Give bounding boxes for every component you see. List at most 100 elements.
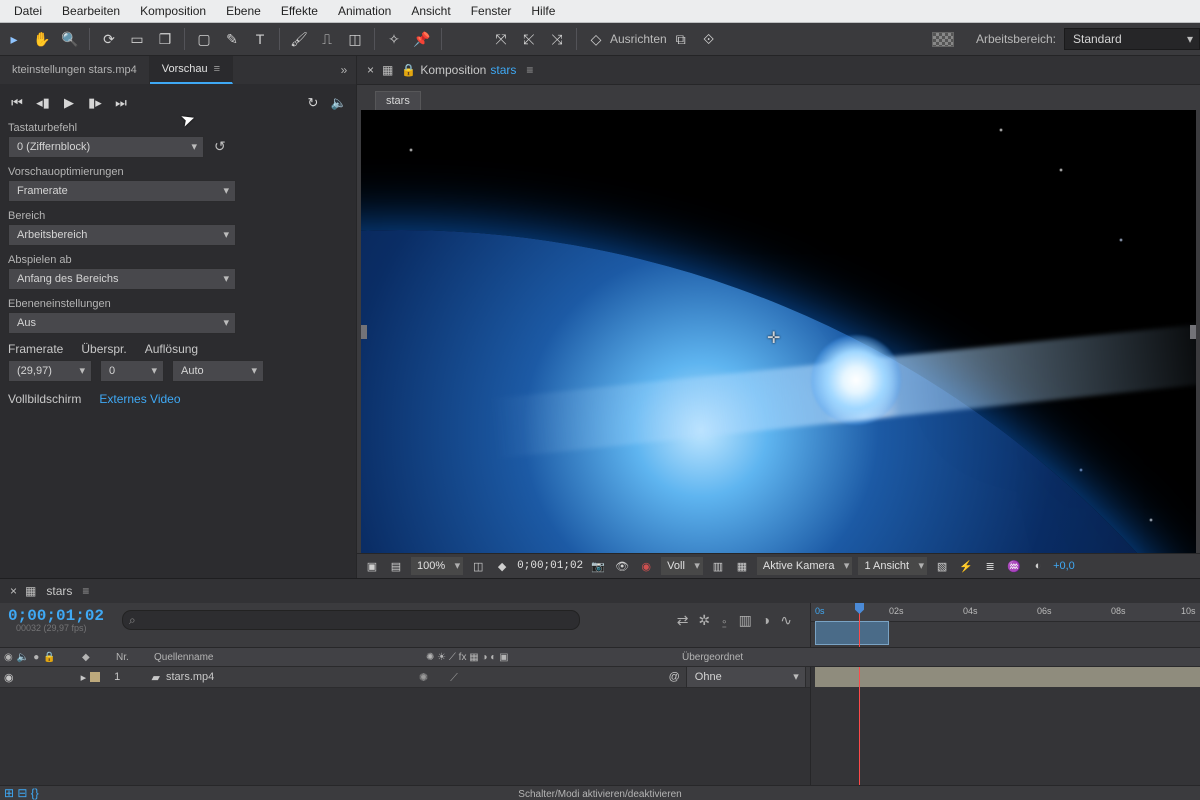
roi-tool-icon[interactable]: ❐ [154,28,176,50]
snapshot-icon[interactable]: 📷 [589,557,607,575]
type-tool-icon[interactable]: T [249,28,271,50]
close-comp-tab-icon[interactable]: × [367,63,374,77]
transparency-grid-icon[interactable]: ▤ [387,557,405,575]
next-frame-icon[interactable]: ▮▸ [86,94,104,112]
bottom-hint[interactable]: Schalter/Modi aktivieren/deaktivieren [0,785,1200,800]
layer-color-label[interactable] [90,672,100,682]
lock-col-icon[interactable]: 🔒 [43,652,55,663]
bottom-left-toggles[interactable]: ⊞ ⊟ {} [4,786,39,800]
viewer-resize-right[interactable] [1190,325,1196,339]
orbit-tool-icon[interactable]: ⟳ [98,28,120,50]
mute-icon[interactable]: 🔈 [330,94,348,112]
brush-tool-icon[interactable]: 🖌 [288,28,310,50]
layer-source-name[interactable]: stars.mp4 [166,671,214,683]
time-ruler[interactable]: 0s 02s 04s 06s 08s 10s [810,603,1200,647]
layer-clip-bar[interactable] [815,667,1200,687]
axis-view-icon[interactable]: ⤨ [546,28,568,50]
reset-exposure-icon[interactable]: ◐ [1029,557,1047,575]
layer-settings-dropdown[interactable]: Aus [8,312,236,334]
reset-shortcut-icon[interactable]: ↺ [214,138,226,155]
selection-tool-icon[interactable]: ▸ [3,28,25,50]
timeline-panel-menu-icon[interactable]: ≡ [82,584,89,598]
prev-frame-icon[interactable]: ◂▮ [34,94,52,112]
audio-col-icon[interactable]: 🔈 [17,652,29,663]
menu-view[interactable]: Ansicht [401,2,460,20]
skip-dropdown[interactable]: 0 [100,360,164,382]
shape-tool-icon[interactable]: ▢ [193,28,215,50]
fast-preview-icon[interactable]: ⚡ [957,557,975,575]
layer-switches[interactable]: ✺ ⟋ [419,669,458,685]
menu-window[interactable]: Fenster [461,2,522,20]
viewer-resize-left[interactable] [361,325,367,339]
layer-twirl-icon[interactable]: ▸ [81,671,87,684]
zoom-tool-icon[interactable]: 🔍 [59,28,81,50]
pixel-aspect-icon[interactable]: ▧ [933,557,951,575]
grid-icon[interactable]: ▦ [733,557,751,575]
menu-help[interactable]: Hilfe [521,2,565,20]
stamp-tool-icon[interactable]: ⎍ [316,28,338,50]
roi-icon[interactable]: ▥ [709,557,727,575]
exposure-value[interactable]: +0,0 [1053,560,1075,572]
mask-toggle-icon[interactable]: ◆ [493,557,511,575]
menu-file[interactable]: Datei [4,2,52,20]
timeline-search-input[interactable]: ⌕ [122,610,580,630]
external-video-link[interactable]: Externes Video [99,392,180,406]
rect-tool-icon[interactable]: ▭ [126,28,148,50]
channel-icon[interactable]: ◉ [637,557,655,575]
axis-world-icon[interactable]: ⤪ [518,28,540,50]
hide-shy-icon[interactable]: ⍛ [720,612,728,629]
zoom-dropdown[interactable]: 100% [411,557,463,575]
composition-viewer[interactable]: ✛ [361,110,1196,553]
lock-icon[interactable]: 🔒 [401,63,416,77]
resolution-dropdown[interactable]: Auto [172,360,264,382]
comp-panel-menu-icon[interactable]: ≡ [526,63,533,77]
axis-local-icon[interactable]: ⤧ [490,28,512,50]
roto-tool-icon[interactable]: ✧ [383,28,405,50]
comp-name-link[interactable]: stars [490,63,516,77]
source-col-header[interactable]: Quellenname [148,652,422,663]
always-preview-icon[interactable]: ▣ [363,557,381,575]
solo-col-icon[interactable]: ● [33,652,39,663]
timeline-tracks[interactable] [810,667,1200,785]
motion-blur-icon[interactable]: ◑ [762,612,770,629]
label-col-icon[interactable]: ◆ [82,652,90,663]
flowchart-icon[interactable]: ♒ [1005,557,1023,575]
playfrom-dropdown[interactable]: Anfang des Bereichs [8,268,236,290]
menu-layer[interactable]: Ebene [216,2,271,20]
snap-center-icon[interactable]: ⟐ [698,28,720,50]
timeline-icon[interactable]: ≣ [981,557,999,575]
eraser-tool-icon[interactable]: ◫ [344,28,366,50]
loop-icon[interactable]: ↻ [304,94,322,112]
framerate-dropdown[interactable]: (29,97) [8,360,92,382]
transparency-indicator-icon[interactable] [932,32,954,47]
snap-toggle-icon[interactable]: ◇ [585,28,607,50]
eye-col-icon[interactable]: ◉ [4,652,13,663]
tabs-overflow-icon[interactable]: » [332,56,356,84]
shortcut-dropdown[interactable]: 0 (Ziffernblock) [8,136,204,158]
layer-row-1[interactable]: ◉ ▸ 1 ▰ stars.mp4 ✺ ⟋ @ Ohne [0,667,810,688]
panel-menu-icon[interactable]: ≡ [214,63,220,75]
viewer-timecode[interactable]: 0;00;01;02 [517,560,583,572]
timeline-tab-name[interactable]: stars [46,584,72,598]
last-frame-icon[interactable]: ⏭ [112,94,130,112]
safe-zones-icon[interactable]: ◫ [469,557,487,575]
camera-dropdown[interactable]: Aktive Kamera [757,557,853,575]
layer-visibility-icon[interactable]: ◉ [4,671,14,684]
snap-edge-icon[interactable]: ⧉ [670,28,692,50]
menu-animation[interactable]: Animation [328,2,401,20]
play-icon[interactable]: ▶ [60,94,78,112]
puppet-tool-icon[interactable]: 📌 [411,28,433,50]
comp-subtab[interactable]: stars [375,91,421,110]
switch-col-icons[interactable]: ✺ ☀ ⟋ fx ▦ ◑ ◐ ▣ [426,652,509,663]
workspace-dropdown[interactable]: Standard [1064,28,1200,50]
pickwhip-icon[interactable]: @ [669,671,680,683]
draft-3d-icon[interactable]: ✲ [698,612,710,629]
first-frame-icon[interactable]: ⏮ [8,94,26,112]
menu-effects[interactable]: Effekte [271,2,328,20]
menu-edit[interactable]: Bearbeiten [52,2,130,20]
range-dropdown[interactable]: Arbeitsbereich [8,224,236,246]
menu-composition[interactable]: Komposition [130,2,216,20]
preview-opt-dropdown[interactable]: Framerate [8,180,236,202]
anchor-point-icon[interactable]: ✛ [767,328,780,348]
views-dropdown[interactable]: 1 Ansicht [858,557,927,575]
